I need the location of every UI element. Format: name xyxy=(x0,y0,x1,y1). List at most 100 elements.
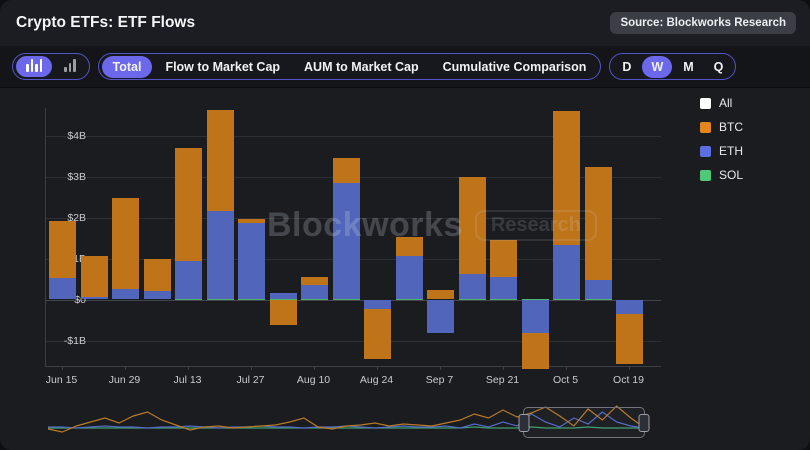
tab-total[interactable]: Total xyxy=(102,56,153,78)
x-axis-tick xyxy=(629,366,630,370)
legend-item-eth[interactable]: ETH xyxy=(700,144,743,158)
y-axis-tick-label: $3B xyxy=(50,171,86,183)
period-m[interactable]: M xyxy=(674,56,702,78)
bar-segment-sol-oct-12[interactable] xyxy=(585,299,612,300)
bar-segment-btc-aug-17[interactable] xyxy=(333,158,360,183)
page-title: Crypto ETFs: ETF Flows xyxy=(16,0,195,46)
x-axis-tick-label: Aug 24 xyxy=(360,374,393,386)
bar-segment-sol-aug-10[interactable] xyxy=(301,299,328,300)
brush-handle-right[interactable] xyxy=(639,414,650,432)
bar-segment-eth-jun-15[interactable] xyxy=(49,278,76,299)
bar-segment-eth-aug-31[interactable] xyxy=(396,256,423,299)
x-axis-tick-label: Oct 5 xyxy=(553,374,578,386)
bar-segment-eth-jul-20[interactable] xyxy=(207,211,234,299)
x-axis-tick xyxy=(377,366,378,370)
bar-segment-btc-sep-7[interactable] xyxy=(427,290,454,299)
bar-segment-sol-aug-31[interactable] xyxy=(396,299,423,300)
bar-segment-btc-oct-19[interactable] xyxy=(616,314,643,364)
legend: All BTC ETH SOL xyxy=(700,96,743,192)
bar-segment-sol-sep-21[interactable] xyxy=(490,299,517,300)
bar-segment-eth-oct-19[interactable] xyxy=(616,300,643,314)
legend-label: All xyxy=(719,96,732,110)
bar-segment-eth-aug-17[interactable] xyxy=(333,183,360,299)
metric-tabs: TotalFlow to Market CapAUM to Market Cap… xyxy=(98,53,602,80)
bar-segment-btc-aug-24[interactable] xyxy=(364,309,391,359)
bar-segment-btc-jul-20[interactable] xyxy=(207,110,234,210)
tab-aum-to-market-cap[interactable]: AUM to Market Cap xyxy=(293,56,430,78)
legend-item-all[interactable]: All xyxy=(700,96,743,110)
bar-segment-btc-aug-3[interactable] xyxy=(270,300,297,326)
stacked-bar-chart-icon[interactable] xyxy=(16,56,52,77)
brush-handle-left[interactable] xyxy=(519,414,530,432)
period-w[interactable]: W xyxy=(642,56,672,78)
bar-segment-btc-oct-5[interactable] xyxy=(553,111,580,245)
x-axis-tick xyxy=(62,366,63,370)
period-d[interactable]: D xyxy=(613,56,640,78)
period-q[interactable]: Q xyxy=(705,56,733,78)
legend-swatch-eth xyxy=(700,146,711,157)
bar-segment-sol-jul-13[interactable] xyxy=(175,299,202,300)
y-axis-tick-label: -$1B xyxy=(50,335,86,347)
bar-segment-eth-sep-28[interactable] xyxy=(522,300,549,334)
x-axis-tick-label: Jul 27 xyxy=(236,374,264,386)
bar-segment-sol-jul-27[interactable] xyxy=(238,299,265,300)
bar-segment-eth-aug-24[interactable] xyxy=(364,300,391,309)
column-chart-icon[interactable] xyxy=(54,56,86,77)
x-axis-tick xyxy=(440,366,441,370)
legend-label: SOL xyxy=(719,168,743,182)
x-axis-tick-label: Jun 29 xyxy=(109,374,141,386)
bar-segment-eth-jun-29[interactable] xyxy=(112,289,139,300)
bar-segment-btc-jun-29[interactable] xyxy=(112,198,139,289)
legend-item-btc[interactable]: BTC xyxy=(700,120,743,134)
bar-segment-btc-jul-13[interactable] xyxy=(175,148,202,260)
bar-segment-eth-oct-12[interactable] xyxy=(585,280,612,298)
bar-segment-eth-jul-27[interactable] xyxy=(238,223,265,299)
legend-item-sol[interactable]: SOL xyxy=(700,168,743,182)
header: Crypto ETFs: ETF Flows Source: Blockwork… xyxy=(0,0,810,46)
tab-flow-to-market-cap[interactable]: Flow to Market Cap xyxy=(154,56,291,78)
plot-area: $4B$3B$2B$1B$0-$1B xyxy=(45,108,661,367)
bar-segment-eth-sep-14[interactable] xyxy=(459,274,486,299)
x-axis-tick-label: Jun 15 xyxy=(46,374,78,386)
bar-segment-btc-sep-14[interactable] xyxy=(459,177,486,273)
x-axis-tick xyxy=(125,366,126,370)
bar-segment-btc-aug-31[interactable] xyxy=(396,237,423,256)
source-badge: Source: Blockworks Research xyxy=(610,12,796,34)
bar-segment-eth-oct-5[interactable] xyxy=(553,245,580,298)
chart-type-toggle xyxy=(12,53,90,80)
bar-segment-btc-jun-22[interactable] xyxy=(81,256,108,297)
toolbar: TotalFlow to Market CapAUM to Market Cap… xyxy=(0,46,810,88)
x-axis-tick-label: Sep 7 xyxy=(426,374,453,386)
bar-segment-sol-sep-14[interactable] xyxy=(459,299,486,300)
bar-segment-btc-aug-10[interactable] xyxy=(301,277,328,286)
legend-label: ETH xyxy=(719,144,743,158)
period-selector: DWMQ xyxy=(609,53,736,80)
bar-segment-btc-jul-6[interactable] xyxy=(144,259,171,291)
bar-segment-eth-jul-13[interactable] xyxy=(175,261,202,299)
bar-segment-btc-jul-27[interactable] xyxy=(238,219,265,223)
x-axis-tick xyxy=(314,366,315,370)
x-axis-tick xyxy=(566,366,567,370)
tab-cumulative-comparison[interactable]: Cumulative Comparison xyxy=(432,56,598,78)
legend-swatch-sol xyxy=(700,170,711,181)
x-axis-tick-label: Aug 10 xyxy=(297,374,330,386)
legend-swatch-btc xyxy=(700,122,711,133)
bar-segment-btc-sep-21[interactable] xyxy=(490,240,517,277)
bar-segment-eth-sep-7[interactable] xyxy=(427,300,454,333)
bar-segment-eth-sep-21[interactable] xyxy=(490,277,517,299)
bar-segment-eth-aug-3[interactable] xyxy=(270,293,297,299)
bar-segment-eth-jun-22[interactable] xyxy=(81,297,108,299)
bar-segment-eth-jul-6[interactable] xyxy=(144,291,171,299)
y-axis-tick-label: $4B xyxy=(50,130,86,142)
bar-segment-sol-jul-20[interactable] xyxy=(207,299,234,300)
bar-segment-btc-jun-15[interactable] xyxy=(49,221,76,278)
gridline xyxy=(46,300,661,301)
chart-widget-card: Crypto ETFs: ETF Flows Source: Blockwork… xyxy=(0,0,810,450)
bar-segment-eth-aug-10[interactable] xyxy=(301,285,328,299)
bar-segment-sol-aug-17[interactable] xyxy=(333,299,360,300)
bar-segment-btc-oct-12[interactable] xyxy=(585,167,612,281)
bar-segment-sol-oct-5[interactable] xyxy=(553,299,580,300)
navigator-brush[interactable] xyxy=(523,407,645,438)
bar-segment-btc-sep-28[interactable] xyxy=(522,333,549,369)
timeline-navigator[interactable] xyxy=(48,402,645,442)
